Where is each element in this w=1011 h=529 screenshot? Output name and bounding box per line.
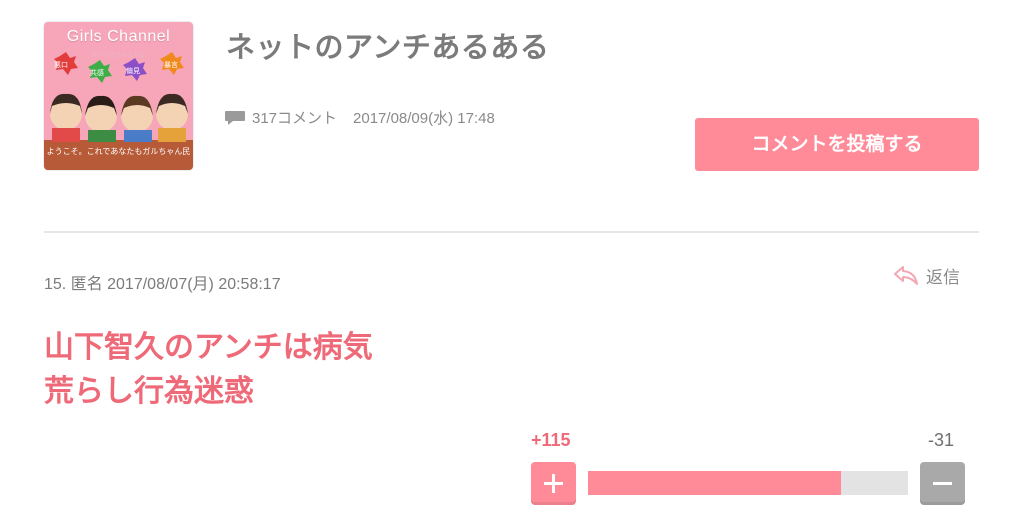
reply-arrow-icon <box>894 266 918 285</box>
thumbnail-tagline: ガールズちゃんねる <box>91 53 146 59</box>
plus-vote-count: +115 <box>531 430 571 450</box>
comment-body-line: 山下智久のアンチは病気 <box>44 331 373 364</box>
topic-page: Girls Channel ガールズちゃんねる 悪口 共感 偏見 暴言 ようこそ… <box>0 0 1011 529</box>
comment-body-line: 荒らし行為迷惑 <box>44 375 254 408</box>
minus-vote-button[interactable] <box>920 462 965 505</box>
plus-icon <box>544 474 563 493</box>
topic-title: ネットのアンチあるある <box>226 32 550 64</box>
vote-ratio-bar <box>588 471 908 495</box>
comment-count[interactable]: 317コメント <box>252 107 337 128</box>
badge-label: 共感 <box>90 70 104 77</box>
comment-body: 山下智久のアンチは病気 荒らし行為迷惑 <box>44 326 373 414</box>
topic-thumbnail[interactable]: Girls Channel ガールズちゃんねる 悪口 共感 偏見 暴言 ようこそ… <box>44 22 193 170</box>
speech-bubble-icon <box>225 110 245 125</box>
badge-label: 偏見 <box>126 68 140 75</box>
comment-meta: 15. 匿名 2017/08/07(月) 20:58:17 <box>44 276 281 293</box>
reply-button[interactable]: 返信 <box>893 263 960 287</box>
badge-label: 暴言 <box>164 62 178 69</box>
divider <box>44 231 979 233</box>
topic-meta: 317コメント 2017/08/09(水) 17:48 <box>224 107 495 128</box>
topic-datetime: 2017/08/09(水) 17:48 <box>353 110 495 127</box>
badge-label: 悪口 <box>54 62 68 69</box>
thumbnail-site-name: Girls Channel <box>66 28 171 45</box>
vote-ratio-fill <box>588 471 841 495</box>
reply-label: 返信 <box>926 267 960 287</box>
post-comment-button[interactable]: コメントを投稿する <box>695 118 979 171</box>
plus-vote-button[interactable] <box>531 462 576 505</box>
minus-icon <box>933 482 952 485</box>
thumbnail-caption: ようこそ。これであなたもガルちゃん民 <box>46 147 191 156</box>
minus-vote-count: -31 <box>928 430 955 450</box>
